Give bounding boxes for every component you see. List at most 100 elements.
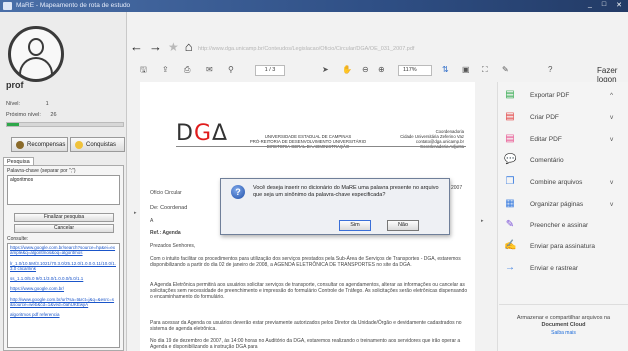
rewards-button[interactable]: Recompensas xyxy=(11,137,68,152)
tool-item-label[interactable]: Organizar páginas xyxy=(530,201,583,208)
dialog-message: Você deseja inserir no dicionário do MaR… xyxy=(253,185,439,198)
paragraph-3: Para acessar da Agenda os usuários dever… xyxy=(150,320,462,332)
print-icon[interactable]: ⎙ xyxy=(184,65,190,75)
oficio-year: 2007 xyxy=(451,185,463,191)
chevron-up-icon[interactable]: ^ xyxy=(610,92,613,99)
zoom-select[interactable]: 117% xyxy=(398,65,432,76)
to-label: A xyxy=(150,218,154,224)
url-bar[interactable]: http://www.dga.unicamp.br/Conteudos/Legi… xyxy=(198,44,460,54)
no-button[interactable]: Não xyxy=(387,220,419,231)
zoom-in-icon[interactable]: ⊕ xyxy=(378,65,385,75)
chevron-down-icon[interactable]: v xyxy=(610,136,613,143)
fill-sign-icon: ✎ xyxy=(505,219,515,230)
tool-item-label[interactable]: Criar PDF xyxy=(530,114,559,121)
next-level-row: Próximo nível: 26 xyxy=(6,112,57,118)
achievements-button[interactable]: Conquistas xyxy=(70,137,125,152)
upload-icon[interactable]: ⇪ xyxy=(162,65,169,75)
from-label: De: Coordenad xyxy=(150,205,188,211)
hand-tool-icon[interactable]: ✋ xyxy=(342,65,352,75)
greeting: Prezados Senhores, xyxy=(150,243,196,249)
create-pdf-icon: ▤ xyxy=(505,111,515,122)
sign-icon[interactable]: ✎ xyxy=(502,65,509,75)
bookmark-star-icon[interactable]: ★ xyxy=(168,40,179,54)
next-level-value: 26 xyxy=(50,112,57,118)
tool-item-label[interactable]: Combine arquivos xyxy=(530,179,582,186)
rewards-icon xyxy=(16,140,24,149)
maximize-button[interactable]: □ xyxy=(602,1,606,9)
tool-item-label[interactable]: Enviar para assinatura xyxy=(530,243,595,250)
read-mode-icon[interactable]: ▣ xyxy=(462,65,470,75)
send-track-icon: → xyxy=(505,262,515,273)
browser-nav: ← → ★ ⌂ xyxy=(130,40,193,55)
tools-panel-divider xyxy=(499,304,628,305)
achievements-label: Conquistas xyxy=(86,141,117,148)
search-icon[interactable]: ⚲ xyxy=(228,65,234,75)
question-icon: ? xyxy=(231,185,245,199)
zoom-out-icon[interactable]: ⊖ xyxy=(362,65,369,75)
level-value: 1 xyxy=(45,101,49,107)
next-level-label: Próximo nível: xyxy=(6,112,41,118)
dga-logo: DGΔ xyxy=(176,121,229,146)
cloud-promo-line1: Armazenar e compartilhar arquivos na xyxy=(516,315,611,321)
achievements-icon xyxy=(75,140,83,149)
email-icon[interactable]: ✉ xyxy=(206,65,213,75)
header-divider xyxy=(176,146,466,147)
back-button[interactable]: ← xyxy=(130,40,143,54)
tool-item-label[interactable]: Preencher e assinar xyxy=(530,222,588,229)
home-icon[interactable]: ⌂ xyxy=(185,40,193,54)
paragraph-1: Com o intuito facilitar os procedimentos… xyxy=(150,256,461,268)
minimize-button[interactable]: _ xyxy=(588,1,592,9)
cloud-promo-line2: Document Cloud xyxy=(541,321,586,328)
finish-search-button[interactable]: Finalizar pesquisa xyxy=(14,213,114,222)
save-icon[interactable]: 🖫 xyxy=(140,65,147,75)
tool-item-label[interactable]: Editar PDF xyxy=(530,136,562,143)
user-name: prof xyxy=(6,80,24,90)
tools-panel xyxy=(497,82,628,351)
chevron-down-icon[interactable]: v xyxy=(610,114,613,121)
send-signature-icon: ✍ xyxy=(504,240,517,251)
reference-label: Ref.: Agenda xyxy=(150,230,181,236)
fullscreen-icon[interactable]: ⛶ xyxy=(482,65,488,75)
tool-item-label[interactable]: Exportar PDF xyxy=(530,92,569,99)
app-icon xyxy=(3,2,12,10)
search-panel: Palavra-chave (separar por ";") algoritm… xyxy=(3,165,124,351)
forward-button[interactable]: → xyxy=(149,40,162,54)
window-title: MaRE - Mapeamento de rota de estudo xyxy=(16,2,131,9)
title-bar: MaRE - Mapeamento de rota de estudo _ □ … xyxy=(0,0,628,12)
user-avatar-icon xyxy=(8,26,64,82)
keyword-input[interactable]: algoritmos xyxy=(7,175,120,205)
oficio-label: Ofício Circular xyxy=(150,190,182,196)
learn-more-link[interactable]: Saiba mais xyxy=(499,330,628,337)
tool-item-label[interactable]: Enviar e rastrear xyxy=(530,265,578,272)
fit-page-icon[interactable]: ⇅ xyxy=(442,65,449,75)
link-item[interactable]: lr_1.0/10.5M/3.1021/70.3.0/25.12.0/1.0.0… xyxy=(10,261,117,272)
export-pdf-icon: ▤ xyxy=(505,89,515,100)
yes-button[interactable]: Sim xyxy=(339,220,371,231)
rewards-label: Recompensas xyxy=(27,141,66,148)
link-item[interactable]: http://www.google.com.br/url?sa=t&rct=j&… xyxy=(10,297,117,308)
panel-splitter[interactable] xyxy=(477,82,497,351)
consult-label: Consulte: xyxy=(7,236,29,242)
link-item[interactable]: https://www.google.com.br/search?source=… xyxy=(10,245,117,256)
chevron-down-icon[interactable]: v xyxy=(610,201,613,208)
link-item[interactable]: https://www.google.com.br/ xyxy=(10,286,117,291)
tool-item-label[interactable]: Comentário xyxy=(530,157,564,164)
collapse-right-icon[interactable]: ▸ xyxy=(481,218,484,224)
organize-pages-icon: ▦ xyxy=(505,198,515,209)
collapse-left-icon[interactable]: ▸ xyxy=(134,210,137,216)
cancel-button[interactable]: Cancelar xyxy=(14,224,114,233)
edit-pdf-icon: ▤ xyxy=(505,133,515,144)
link-item[interactable]: algoritmos pdf referencia xyxy=(10,312,117,317)
close-button[interactable]: ✕ xyxy=(616,1,622,9)
page-indicator[interactable]: 1 / 3 xyxy=(255,65,285,76)
window-controls: _ □ ✕ xyxy=(588,1,622,9)
keyword-label: Palavra-chave (separar por ";") xyxy=(7,168,76,174)
cloud-promo: Armazenar e compartilhar arquivos na Doc… xyxy=(499,315,628,337)
level-row: Nível: 1 xyxy=(6,101,49,107)
select-cursor-icon[interactable]: ➤ xyxy=(322,65,329,75)
chevron-down-icon[interactable]: v xyxy=(610,179,613,186)
comment-icon: 💬 xyxy=(504,154,517,165)
synonym-dialog: ? Você deseja inserir no dicionário do M… xyxy=(220,178,450,235)
help-icon[interactable]: ? xyxy=(548,65,552,75)
link-item[interactable]: ss_1.1.0/5.0 9/0.1/3.0/1.0.0.0/5.0/1.1 xyxy=(10,276,117,281)
